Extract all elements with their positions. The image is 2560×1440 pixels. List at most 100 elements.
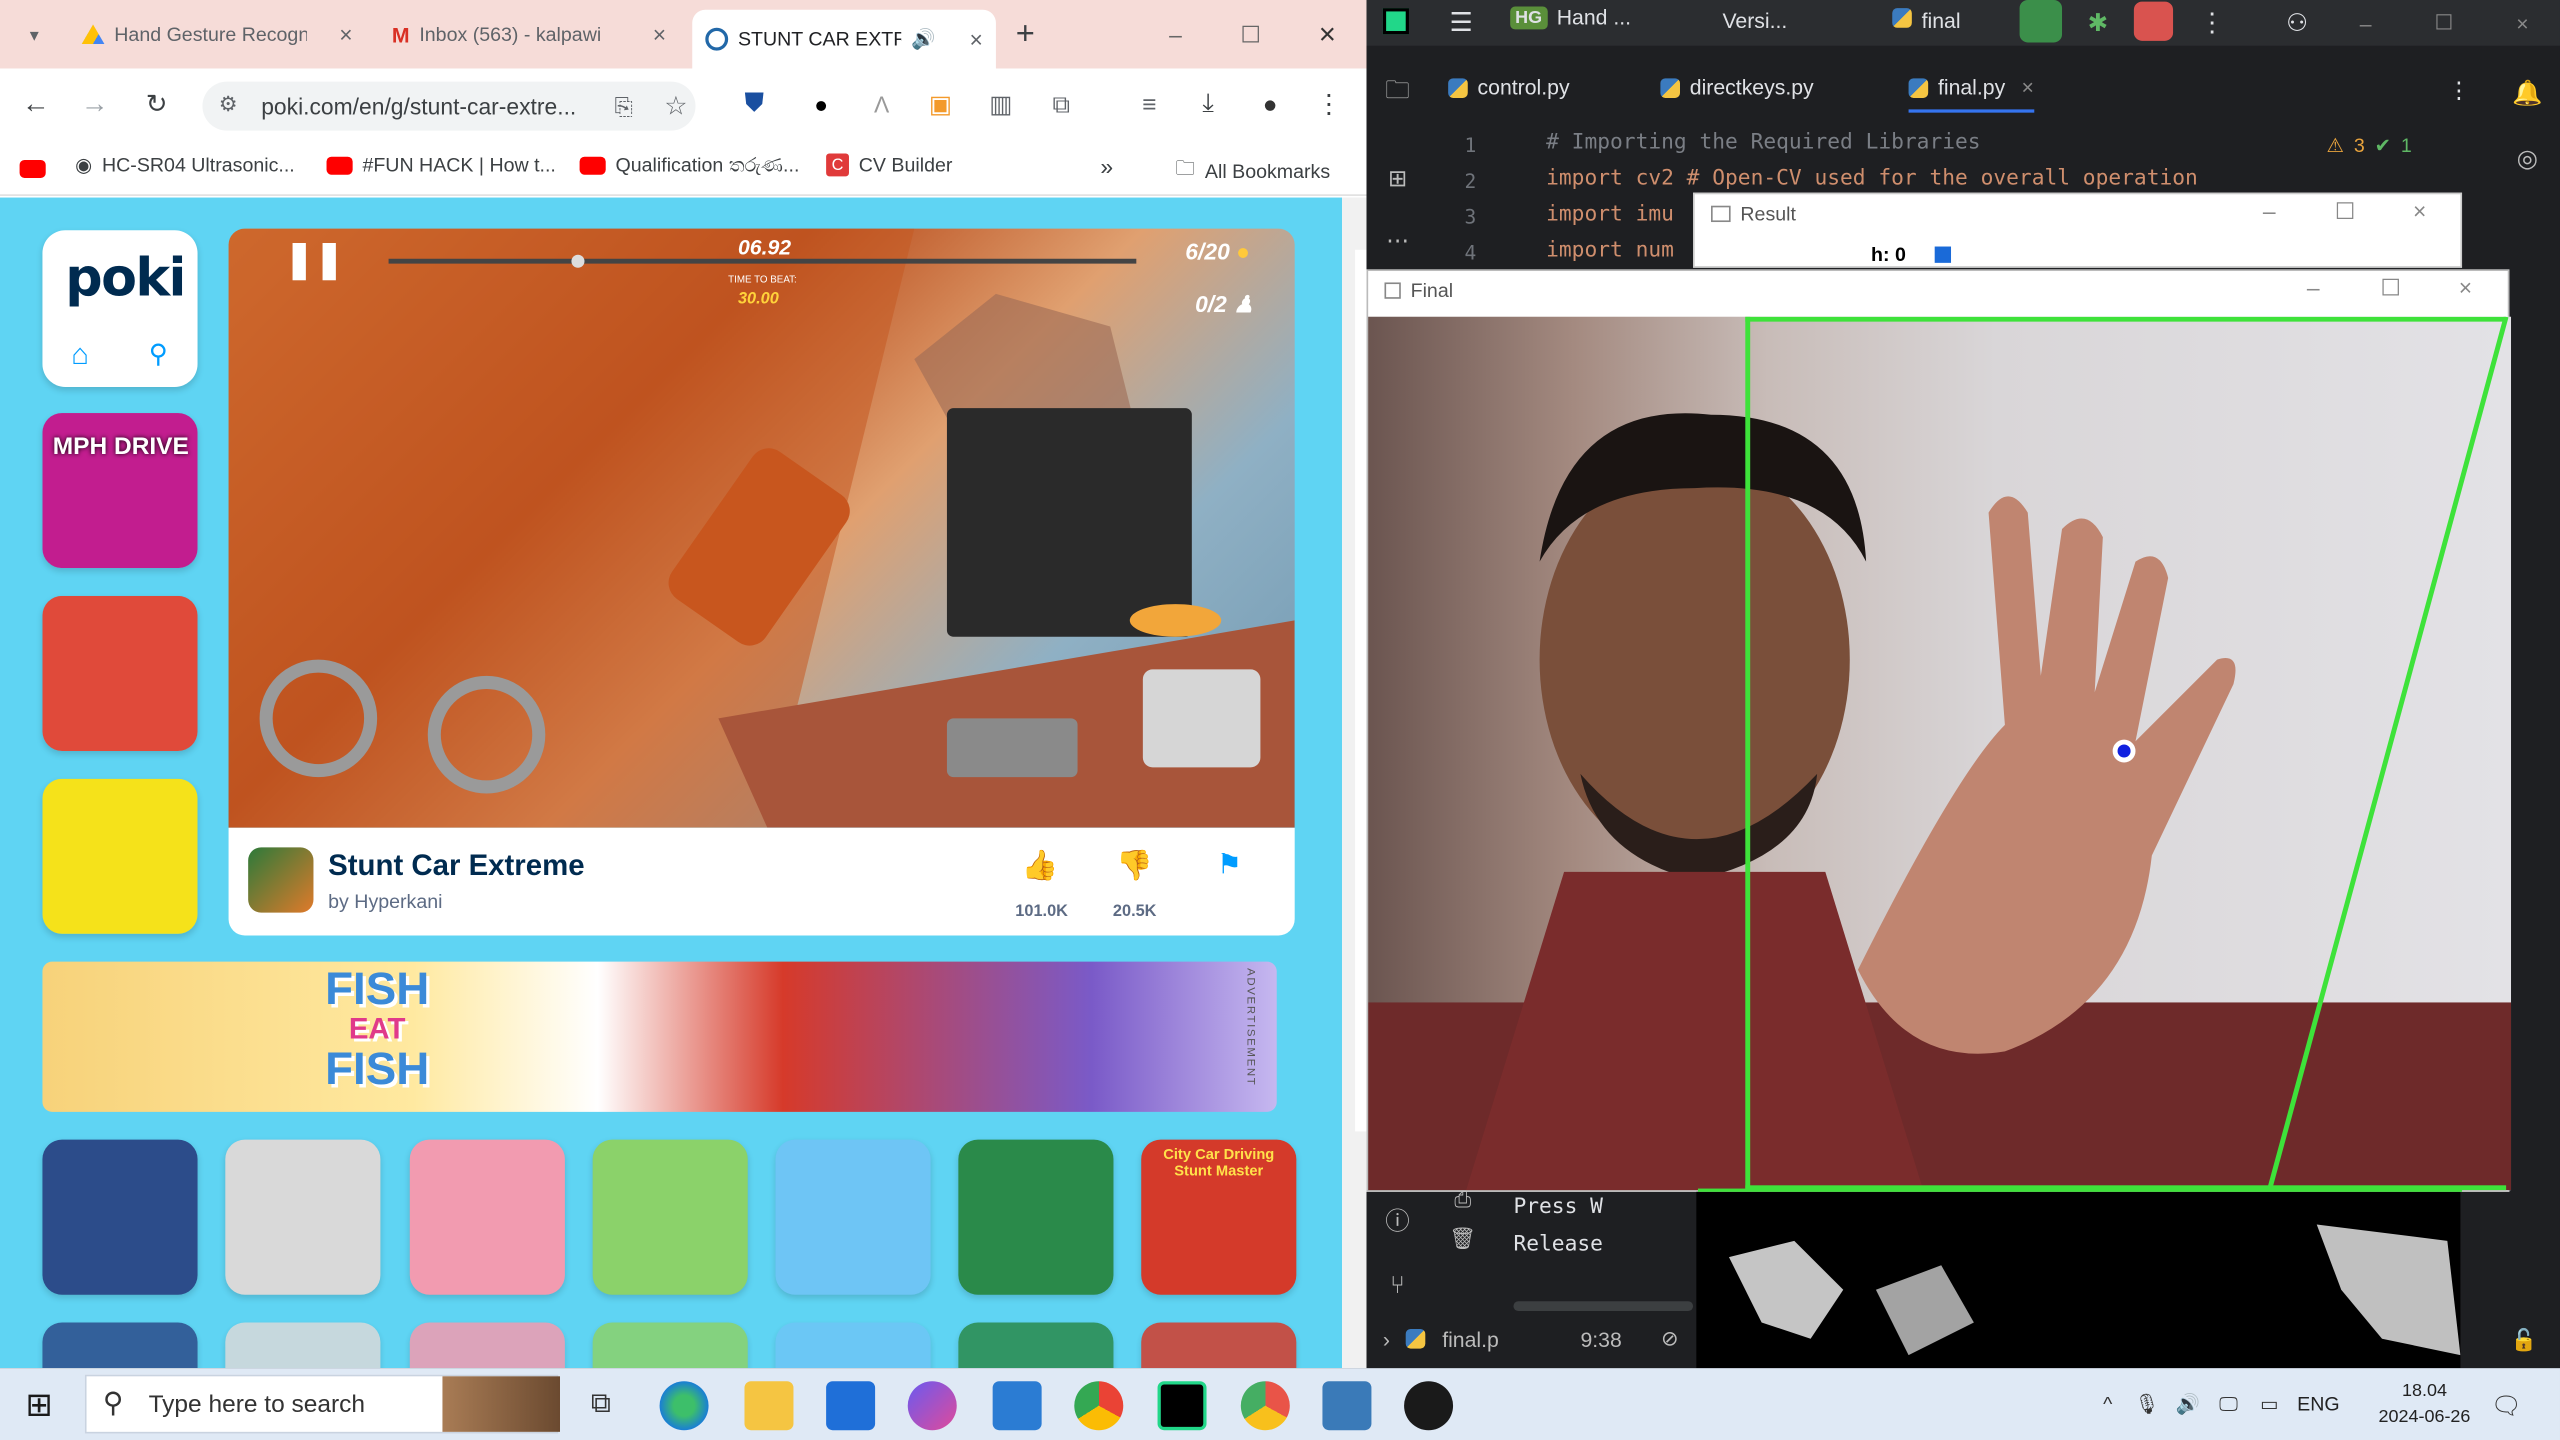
game-tile[interactable] [409,1139,565,1295]
game-tile[interactable] [592,1322,748,1369]
status-file[interactable]: final.p [1442,1327,1499,1351]
notification-center-icon[interactable]: 🗨 [2488,1388,2524,1424]
stop-button[interactable] [2133,1,2174,41]
run-config-selector[interactable]: final [1892,8,1961,33]
all-bookmarks-button[interactable]: 🗀 All Bookmarks [1176,153,1331,187]
new-tab-button[interactable]: + [1009,16,1042,52]
speaker-icon[interactable]: 🔊 [911,28,935,51]
console-trash-icon[interactable]: 🗑 [1448,1224,1477,1253]
tab-final-py[interactable]: final.py × [1908,75,2034,113]
chrome-menu-icon[interactable]: ⋮ [1313,88,1346,121]
console-scrollbar[interactable] [1513,1301,1694,1312]
rotate-back-button[interactable] [268,673,372,777]
readonly-lock-icon[interactable]: ⊘ [1661,1326,1679,1352]
code-with-me-icon[interactable]: ⚇ [2281,7,2314,40]
sidebar-game-tile[interactable]: MPH DRIVE [42,413,198,569]
result-minimize-button[interactable]: – [2263,198,2276,224]
tray-chevron-icon[interactable]: ^ [2093,1388,2122,1421]
media-controls-icon[interactable]: ≡ [1133,88,1166,121]
notifications-bell-icon[interactable]: 🔔 [2509,75,2545,111]
game-tile[interactable] [775,1139,931,1295]
game-tile[interactable] [958,1322,1114,1369]
input-language[interactable]: ENG [2297,1393,2339,1416]
ide-close-button[interactable]: × [2506,7,2539,40]
tab-menu-icon[interactable]: ⋮ [2444,75,2473,104]
volume-icon[interactable]: 🔊 [2171,1388,2204,1421]
ide-maximize-button[interactable]: ☐ [2428,7,2461,40]
chevron-right-icon[interactable]: › [1383,1327,1390,1351]
more-tools-icon[interactable]: ⋯ [1380,222,1416,258]
problems-icon[interactable]: ⓘ [1380,1202,1416,1238]
game-tile[interactable] [42,1139,198,1295]
game-tile[interactable] [775,1322,931,1369]
battery-icon[interactable]: ▭ [2253,1388,2286,1421]
game-tile[interactable] [409,1322,565,1369]
task-view-icon[interactable]: ⧉ [581,1384,620,1423]
page-scrollbar[interactable] [1342,197,1367,1369]
tab-stunt-car-extreme[interactable]: STUNT CAR EXTR 🔊 × [692,9,996,69]
back-button[interactable]: ← [20,88,53,121]
shield-extension-icon[interactable]: ⛊ [738,88,771,121]
reload-button[interactable]: ↻ [140,88,173,121]
network-icon[interactable]: 🖵 [2212,1388,2245,1421]
extension-box-icon[interactable]: ▣ [924,88,957,121]
close-tab-icon[interactable]: × [339,21,352,47]
poki-logo-card[interactable]: poki ⌂ ⚲ [42,230,198,387]
profile-avatar-icon[interactable]: ● [1254,88,1287,121]
extensions-puzzle-icon[interactable]: ⧉ [1045,88,1078,121]
close-window-button[interactable]: × [1311,17,1344,51]
ide-minimize-button[interactable]: – [2349,7,2382,40]
debug-bug-icon[interactable]: ✱ [2082,7,2115,40]
vcs-selector[interactable]: Versi... [1722,8,1787,32]
sidebar-game-tile[interactable] [42,778,198,934]
project-selector[interactable]: HG Hand ... [1510,5,1631,29]
close-tab-icon[interactable]: × [2022,75,2034,99]
edge-browser-icon[interactable] [659,1381,709,1431]
bookmark-star-icon[interactable]: ☆ [660,90,693,123]
close-tab-icon[interactable]: × [969,26,982,52]
minimize-button[interactable]: – [1159,18,1192,51]
ai-assistant-icon[interactable]: ◎ [2509,140,2545,176]
scrollbar-thumb[interactable] [1355,249,1367,1132]
search-icon[interactable]: ⚲ [140,338,176,371]
tab-directkeys-py[interactable]: directkeys.py [1660,75,1814,100]
rotate-forward-button[interactable] [434,686,538,790]
rerun-button[interactable] [2019,0,2063,43]
final-maximize-button[interactable]: ☐ [2380,274,2401,302]
sidebar-game-tile[interactable] [42,595,198,752]
site-info-icon[interactable]: ⚙ [219,91,238,117]
tab-hand-gesture[interactable]: Hand Gesture Recogn × [69,10,366,59]
game-canvas[interactable]: ❚❚ 06.92 TIME TO BEAT: 30.00 6/20 ● 0/2 … [228,228,1295,828]
project-folder-icon[interactable]: 🗀 [1380,75,1416,111]
more-bookmarks-button[interactable]: » [1100,153,1113,179]
advertisement-banner[interactable]: FISH EAT FISH ADVERTISEMENT [42,961,1277,1112]
result-maximize-button[interactable]: ☐ [2335,198,2356,226]
tab-search-chevron-icon[interactable]: ▾ [20,20,49,49]
final-close-button[interactable]: × [2459,274,2472,300]
close-tab-icon[interactable]: × [653,21,666,47]
pause-button[interactable]: ❚❚ [284,238,344,280]
app-red-dots-icon[interactable] [1404,1381,1454,1431]
final-minimize-button[interactable]: – [2307,274,2320,300]
taskbar-search[interactable]: ⚲ Type here to search [84,1374,560,1434]
game-tile[interactable] [592,1139,748,1295]
install-app-icon[interactable]: ⎘ [607,90,640,123]
more-actions-icon[interactable]: ⋮ [2196,7,2229,40]
microphone-icon[interactable]: 🎙 [2132,1388,2161,1421]
game-tile[interactable] [225,1139,381,1295]
bookmark-fun-hack[interactable]: #FUN HACK | How t... [326,153,556,176]
tab-gmail-inbox[interactable]: M Inbox (563) - kalpawi × [379,10,679,59]
game-tile[interactable] [225,1322,381,1369]
home-icon[interactable]: ⌂ [62,337,98,371]
bookmark-cv-builder[interactable]: C CV Builder [826,153,952,177]
game-tile[interactable] [1141,1322,1297,1369]
game-tile[interactable]: City Car Driving Stunt Master [1141,1139,1297,1295]
caret-position[interactable]: 9:38 [1580,1327,1621,1351]
hue-trackbar[interactable]: h: 0 [1871,243,1952,266]
trackbar-thumb[interactable] [1935,246,1952,263]
structure-icon[interactable]: ⊞ [1380,160,1416,196]
chrome-icon[interactable] [1074,1381,1124,1431]
dislike-thumbs-down-icon[interactable]: 👎 [1116,847,1153,883]
report-flag-icon[interactable]: ⚑ [1211,847,1247,883]
game-tile[interactable] [42,1322,198,1369]
